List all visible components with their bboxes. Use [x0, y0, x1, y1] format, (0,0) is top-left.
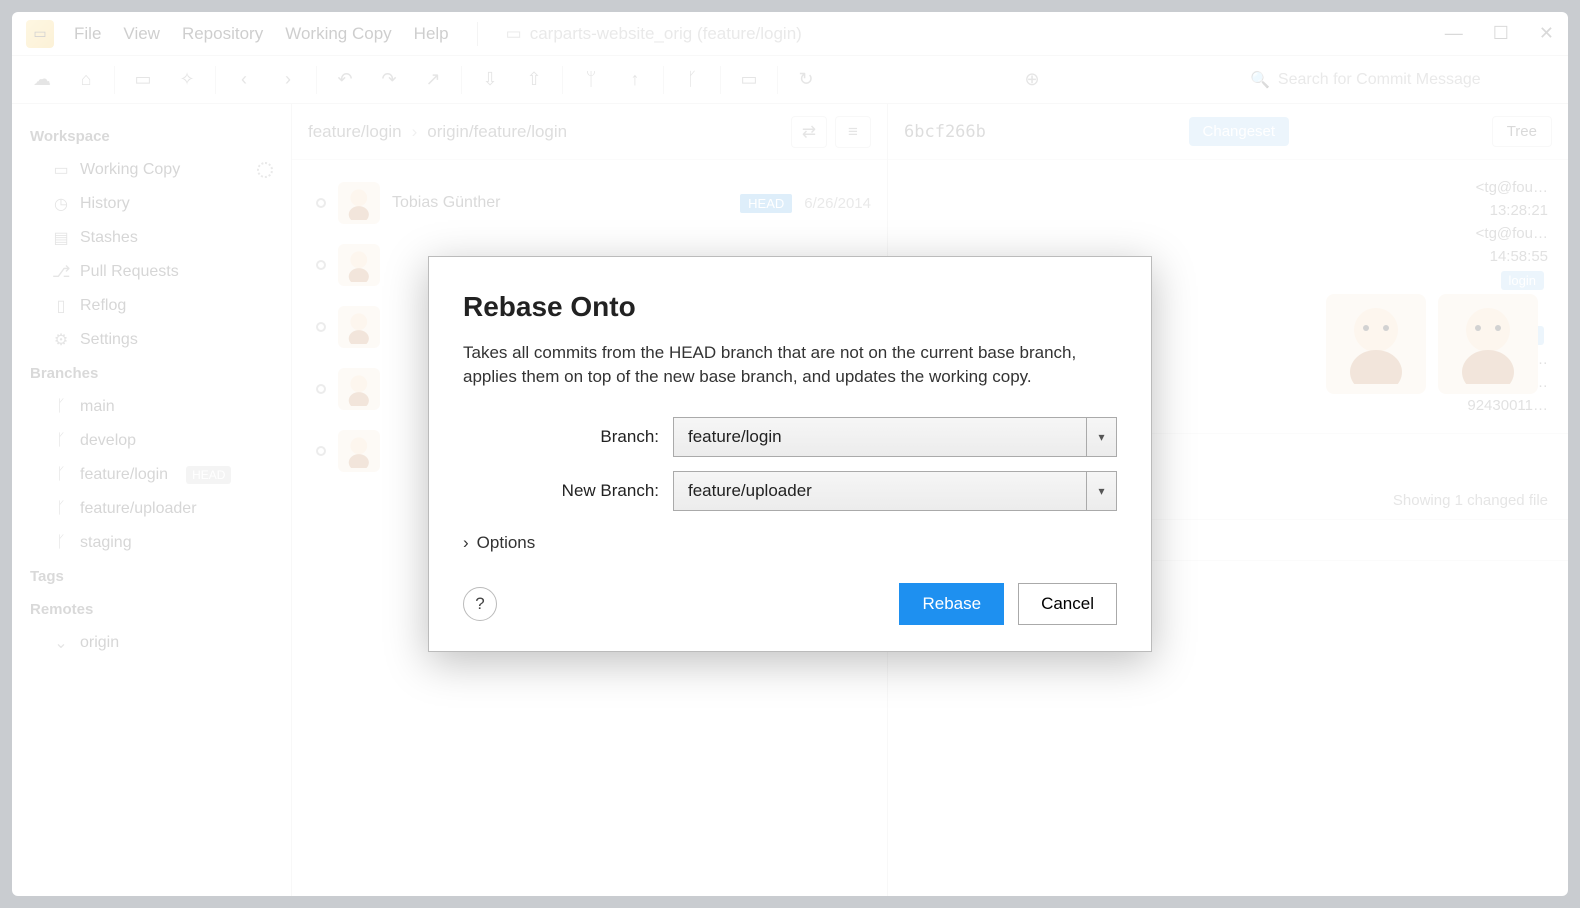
options-toggle[interactable]: › Options [463, 533, 1117, 553]
chevron-right-icon: › [463, 533, 469, 553]
new-branch-field-row: New Branch: feature/uploader ▾ [463, 471, 1117, 511]
branch-value: feature/login [674, 427, 1086, 447]
rebase-dialog: Rebase Onto Takes all commits from the H… [428, 256, 1152, 652]
new-branch-label: New Branch: [463, 481, 659, 501]
rebase-button[interactable]: Rebase [899, 583, 1004, 625]
help-button[interactable]: ? [463, 587, 497, 621]
new-branch-value: feature/uploader [674, 481, 1086, 501]
dialog-description: Takes all commits from the HEAD branch t… [463, 341, 1117, 389]
branch-field-row: Branch: feature/login ▾ [463, 417, 1117, 457]
modal-overlay: Rebase Onto Takes all commits from the H… [0, 0, 1580, 908]
options-label: Options [477, 533, 536, 553]
new-branch-select[interactable]: feature/uploader ▾ [673, 471, 1117, 511]
chevron-down-icon: ▾ [1086, 418, 1116, 456]
cancel-button[interactable]: Cancel [1018, 583, 1117, 625]
chevron-down-icon: ▾ [1086, 472, 1116, 510]
branch-label: Branch: [463, 427, 659, 447]
branch-select[interactable]: feature/login ▾ [673, 417, 1117, 457]
dialog-title: Rebase Onto [463, 291, 1117, 323]
dialog-footer: ? Rebase Cancel [463, 583, 1117, 625]
